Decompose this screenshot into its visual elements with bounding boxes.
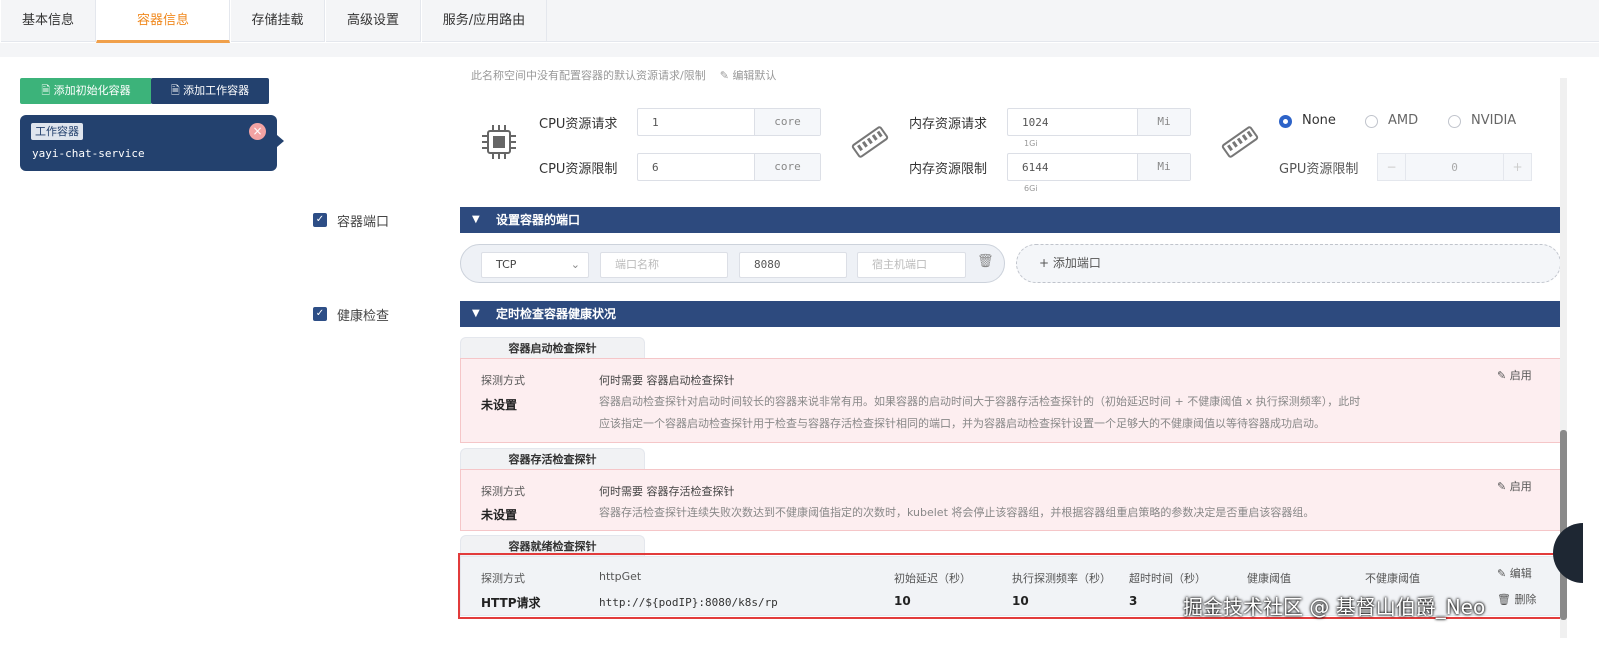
mem-limit-input[interactable]: 6144 Mi bbox=[1007, 153, 1191, 181]
container-name: yayi-chat-service bbox=[32, 147, 145, 160]
mem-limit-label: 内存资源限制 bbox=[909, 162, 988, 177]
watermark: 掘金技术社区 @ 基督山伯爵_Neo bbox=[1183, 595, 1486, 619]
mem-limit-value: 6144 bbox=[1022, 161, 1049, 174]
startup-description: 容器启动检查探针对启动时间较长的容器来说非常有用。如果容器的启动时间大于容器存活… bbox=[599, 391, 1499, 435]
tab-bar: 基本信息 容器信息 存储挂载 高级设置 服务/应用路由 bbox=[0, 0, 1599, 43]
card-pointer-arrow bbox=[277, 135, 284, 147]
mem-request-unit: Mi bbox=[1137, 109, 1190, 135]
protocol-value: TCP bbox=[496, 258, 517, 271]
container-type-tag: 工作容器 bbox=[31, 123, 83, 140]
mem-request-input[interactable]: 1024 Mi bbox=[1007, 108, 1191, 136]
resource-note-text: 此名称空间中没有配置容器的默认资源请求/限制 bbox=[471, 70, 706, 82]
port-name-input[interactable]: 端口名称 bbox=[600, 252, 728, 278]
tab-basic-info[interactable]: 基本信息 bbox=[0, 0, 96, 42]
gpu-limit-stepper[interactable]: − 0 + bbox=[1377, 153, 1532, 181]
gpu-option-none-label: None bbox=[1302, 113, 1336, 128]
cpu-request-label: CPU资源请求 bbox=[539, 117, 618, 132]
gpu-radio-nvidia[interactable] bbox=[1448, 115, 1461, 128]
liveness-description: 容器存活检查探针连续失败次数达到不健康阈值指定的次数时，kubelet 将会停止… bbox=[599, 506, 1315, 519]
startup-probe-method: 未设置 bbox=[481, 398, 518, 412]
ports-checkbox-label: 容器端口 bbox=[337, 215, 390, 230]
trash-icon[interactable]: 🗑 bbox=[977, 254, 994, 269]
cpu-limit-unit: core bbox=[754, 154, 820, 180]
plus-icon[interactable]: + bbox=[1503, 154, 1531, 180]
startup-probe-tab: 容器启动检查探针 bbox=[460, 337, 645, 359]
liveness-probe-tab: 容器存活检查探针 bbox=[460, 448, 645, 470]
doc-icon: 🗎 bbox=[170, 84, 184, 97]
gpu-radio-amd[interactable] bbox=[1365, 115, 1378, 128]
host-port-input[interactable]: 宿主机端口 bbox=[857, 252, 966, 278]
doc-icon: 🗎 bbox=[41, 84, 54, 97]
liveness-when-title: 何时需要 容器存活检查探针 bbox=[599, 485, 735, 498]
chevron-down-icon: ▼ bbox=[472, 214, 480, 225]
add-work-container-button[interactable]: 🗎 添加工作容器 bbox=[151, 78, 269, 104]
health-section-header[interactable]: ▼ 定时检查容器健康状况 bbox=[460, 301, 1561, 327]
port-row: TCP ⌄ 端口名称 8080 宿主机端口 🗑 bbox=[460, 244, 1005, 283]
liveness-enable-label: 启用 bbox=[1509, 480, 1532, 493]
startup-desc-line-2: 应该指定一个容器启动检查探针用于检查与容器存活检查探针相同的端口，并为容器启动检… bbox=[599, 417, 1325, 430]
startup-probe-panel: 探测方式 未设置 何时需要 容器启动检查探针 容器启动检查探针对启动时间较长的容… bbox=[460, 358, 1561, 443]
mem-request-hint: 1Gi bbox=[1024, 139, 1038, 148]
ports-checkbox[interactable]: ✓ bbox=[313, 213, 327, 227]
edit-default-link[interactable]: ✎ 编辑默认 bbox=[720, 70, 777, 82]
cpu-request-value: 1 bbox=[652, 116, 659, 129]
ports-section-header[interactable]: ▼ 设置容器的端口 bbox=[460, 207, 1561, 233]
container-port-input[interactable]: 8080 bbox=[739, 252, 847, 278]
add-work-container-label: 添加工作容器 bbox=[183, 84, 250, 97]
plus-icon: + bbox=[1039, 256, 1053, 270]
gpu-option-nvidia-label: NVIDIA bbox=[1471, 113, 1517, 128]
probe-method-label: 探测方式 bbox=[481, 374, 525, 387]
tab-storage-mount[interactable]: 存储挂载 bbox=[230, 0, 325, 42]
cpu-request-unit: core bbox=[754, 109, 820, 135]
cpu-limit-value: 6 bbox=[652, 161, 659, 174]
gpu-radio-none[interactable] bbox=[1279, 115, 1292, 128]
startup-desc-line-1: 容器启动检查探针对启动时间较长的容器来说非常有用。如果容器的启动时间大于容器存活… bbox=[599, 395, 1361, 408]
gpu-limit-label: GPU资源限制 bbox=[1279, 162, 1359, 177]
ports-header-title: 设置容器的端口 bbox=[496, 213, 581, 227]
tab-service-route[interactable]: 服务/应用路由 bbox=[421, 0, 547, 42]
edit-default-label: 编辑默认 bbox=[732, 70, 777, 82]
liveness-probe-method: 未设置 bbox=[481, 508, 518, 522]
liveness-probe-panel: 探测方式 未设置 何时需要 容器存活检查探针 容器存活检查探针连续失败次数达到不… bbox=[460, 469, 1561, 531]
startup-enable-label: 启用 bbox=[1509, 369, 1532, 382]
gpu-card-icon bbox=[1221, 126, 1259, 158]
probe-method-label: 探测方式 bbox=[481, 485, 525, 498]
liveness-enable-button[interactable]: ✎ 启用 bbox=[1497, 478, 1532, 494]
add-port-button[interactable]: + 添加端口 bbox=[1016, 244, 1561, 283]
close-icon[interactable]: × bbox=[249, 123, 266, 140]
mem-limit-unit: Mi bbox=[1137, 154, 1190, 180]
resource-default-note: 此名称空间中没有配置容器的默认资源请求/限制 ✎ 编辑默认 bbox=[471, 70, 776, 82]
add-init-container-label: 添加初始化容器 bbox=[53, 84, 131, 97]
mem-request-value: 1024 bbox=[1022, 116, 1049, 129]
mem-limit-hint: 6Gi bbox=[1024, 184, 1038, 193]
cpu-request-input[interactable]: 1 core bbox=[637, 108, 821, 136]
scrollbar-thumb[interactable] bbox=[1560, 430, 1567, 620]
tab-gap bbox=[0, 43, 1599, 57]
cpu-limit-input[interactable]: 6 core bbox=[637, 153, 821, 181]
add-port-label: 添加端口 bbox=[1052, 256, 1101, 270]
chevron-down-icon: ▼ bbox=[472, 308, 480, 319]
startup-enable-button[interactable]: ✎ 启用 bbox=[1497, 367, 1532, 383]
cpu-icon bbox=[482, 125, 516, 159]
container-card[interactable]: 工作容器 yayi-chat-service bbox=[20, 115, 277, 171]
add-init-container-button[interactable]: 🗎 添加初始化容器 bbox=[20, 78, 152, 104]
mem-request-label: 内存资源请求 bbox=[909, 117, 988, 132]
pencil-icon: ✎ bbox=[1497, 369, 1510, 382]
chevron-down-icon: ⌄ bbox=[570, 258, 580, 271]
health-checkbox[interactable]: ✓ bbox=[313, 307, 327, 321]
tab-advanced-settings[interactable]: 高级设置 bbox=[325, 0, 421, 42]
startup-when-title: 何时需要 容器启动检查探针 bbox=[599, 374, 735, 387]
gpu-option-amd-label: AMD bbox=[1388, 113, 1419, 128]
health-header-title: 定时检查容器健康状况 bbox=[496, 307, 617, 321]
pencil-icon: ✎ bbox=[1497, 480, 1510, 493]
memory-icon bbox=[851, 126, 889, 158]
page-root: { "tabs": [ {"label": "基本信息"}, {"label":… bbox=[0, 0, 1599, 651]
cpu-limit-label: CPU资源限制 bbox=[539, 162, 618, 177]
protocol-select[interactable]: TCP ⌄ bbox=[481, 252, 589, 278]
health-checkbox-label: 健康检查 bbox=[337, 309, 390, 324]
tab-container-info[interactable]: 容器信息 bbox=[96, 0, 230, 43]
